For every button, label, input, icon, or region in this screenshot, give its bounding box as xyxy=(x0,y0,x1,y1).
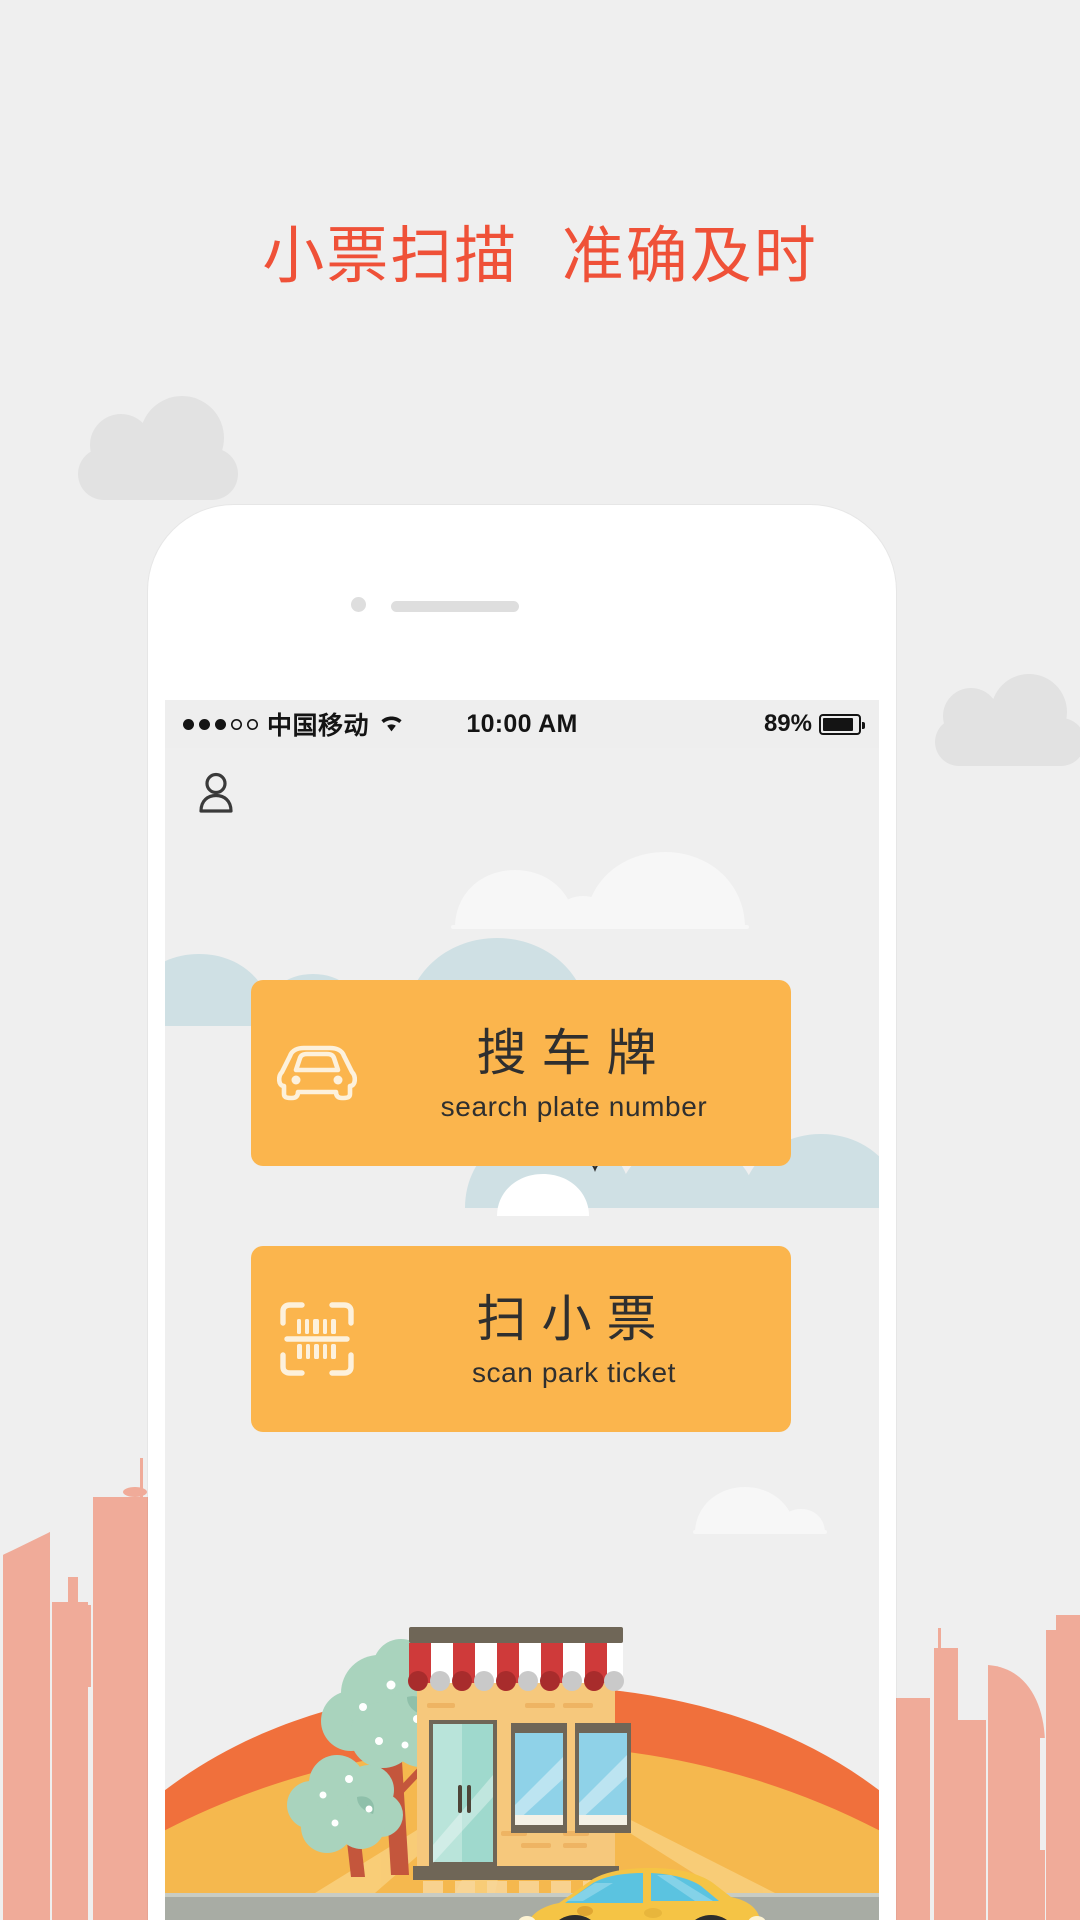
search-plate-button[interactable]: 搜车牌 search plate number xyxy=(251,980,791,1166)
carrier-label: 中国移动 xyxy=(267,711,370,740)
phone-speaker xyxy=(391,601,519,612)
car-icon xyxy=(251,1038,383,1108)
parking-scene-illustration xyxy=(165,1487,879,1920)
status-bar-left: 中国移动 xyxy=(183,706,405,742)
scan-ticket-labels: 扫小票 scan park ticket xyxy=(383,1290,791,1389)
background-cloud-left-icon xyxy=(78,396,238,500)
app-content: 搜车牌 search plate number 扫小票 scan park ti… xyxy=(165,748,879,1920)
search-plate-subtitle: search plate number xyxy=(440,1090,708,1122)
battery-icon xyxy=(819,713,865,735)
page-headline: 小票扫描 准确及时 xyxy=(262,219,818,292)
shop-building xyxy=(408,1627,631,1880)
screenshot-root: 小票扫描 准确及时 中国移动 10:00 AM 89% 搜车牌 search p… xyxy=(0,0,1080,1920)
barcode-scan-icon xyxy=(251,1299,383,1379)
signal-strength-icon xyxy=(183,718,258,730)
search-plate-labels: 搜车牌 search plate number xyxy=(383,1024,791,1123)
scan-ticket-subtitle: scan park ticket xyxy=(471,1356,677,1388)
phone-screen: 中国移动 10:00 AM 89% 搜车牌 search plate numbe… xyxy=(165,700,879,1920)
scan-ticket-title: 扫小票 xyxy=(476,1289,672,1348)
battery-percent-label: 89% xyxy=(763,710,812,737)
background-cloud-right-icon xyxy=(935,674,1080,766)
search-plate-title: 搜车牌 xyxy=(476,1023,672,1082)
status-bar-right: 89% xyxy=(763,710,865,738)
wifi-icon xyxy=(381,716,402,732)
phone-camera-icon xyxy=(351,597,366,612)
status-bar: 中国移动 10:00 AM 89% xyxy=(165,700,879,748)
scan-ticket-button[interactable]: 扫小票 scan park ticket xyxy=(251,1246,791,1432)
phone-mockup: 中国移动 10:00 AM 89% 搜车牌 search plate numbe… xyxy=(148,505,896,1920)
